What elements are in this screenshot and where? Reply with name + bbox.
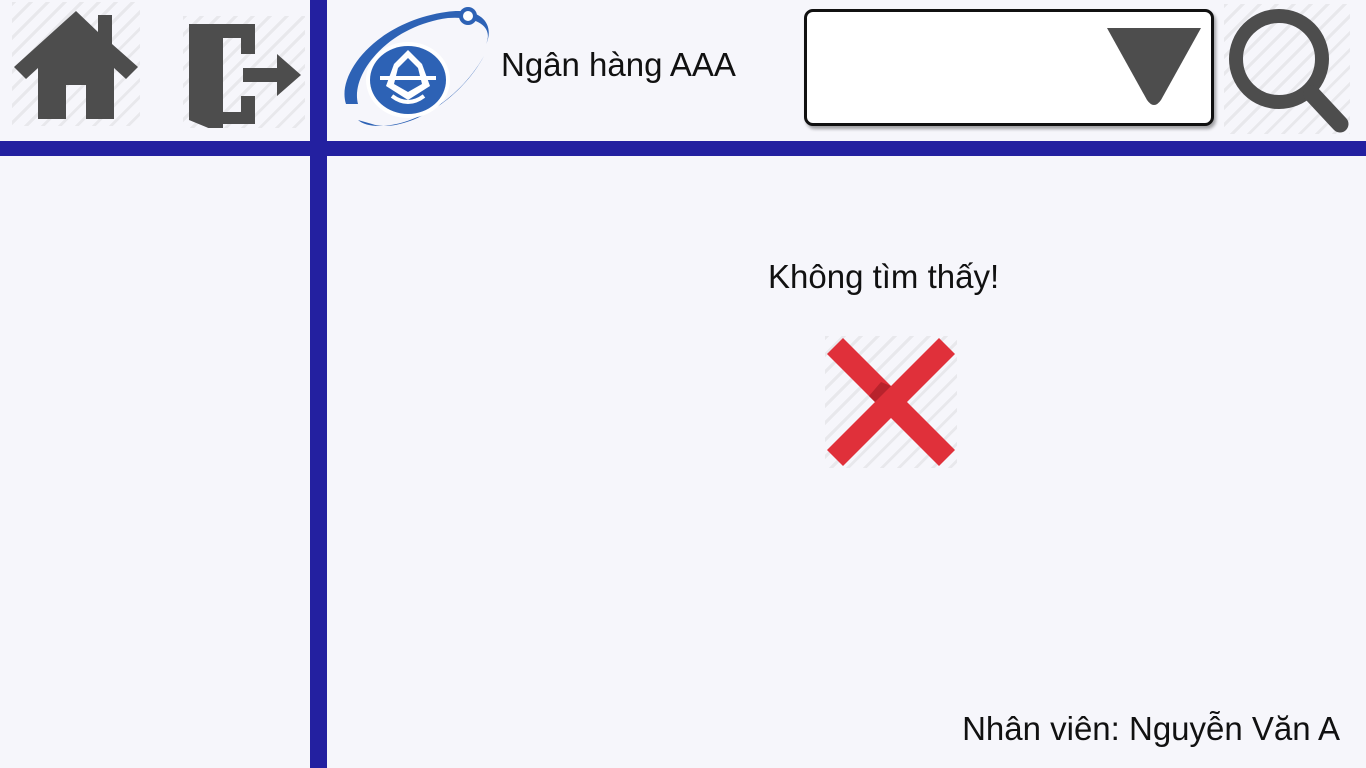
triangle-down-icon (1107, 28, 1201, 105)
logout-button[interactable] (183, 16, 305, 128)
horizontal-divider (0, 141, 1366, 156)
logout-icon (189, 24, 301, 128)
home-icon (14, 11, 138, 119)
home-button[interactable] (12, 2, 140, 126)
employee-info: Nhân viên: Nguyễn Văn A (962, 710, 1340, 748)
vertical-divider (310, 0, 327, 768)
cross-icon (825, 336, 957, 468)
bank-logo (336, 4, 496, 134)
employee-name: Nguyễn Văn A (1129, 710, 1340, 747)
app-screen: Ngân hàng AAA Không tìm thấy! Nhân viên:… (0, 0, 1366, 768)
search-icon (1229, 9, 1349, 133)
not-found-message: Không tìm thấy! (768, 258, 1000, 295)
employee-label: Nhân viên: (962, 710, 1120, 747)
search-button[interactable] (1224, 4, 1350, 134)
search-category-dropdown[interactable] (804, 9, 1214, 126)
bank-name: Ngân hàng AAA (501, 46, 736, 83)
